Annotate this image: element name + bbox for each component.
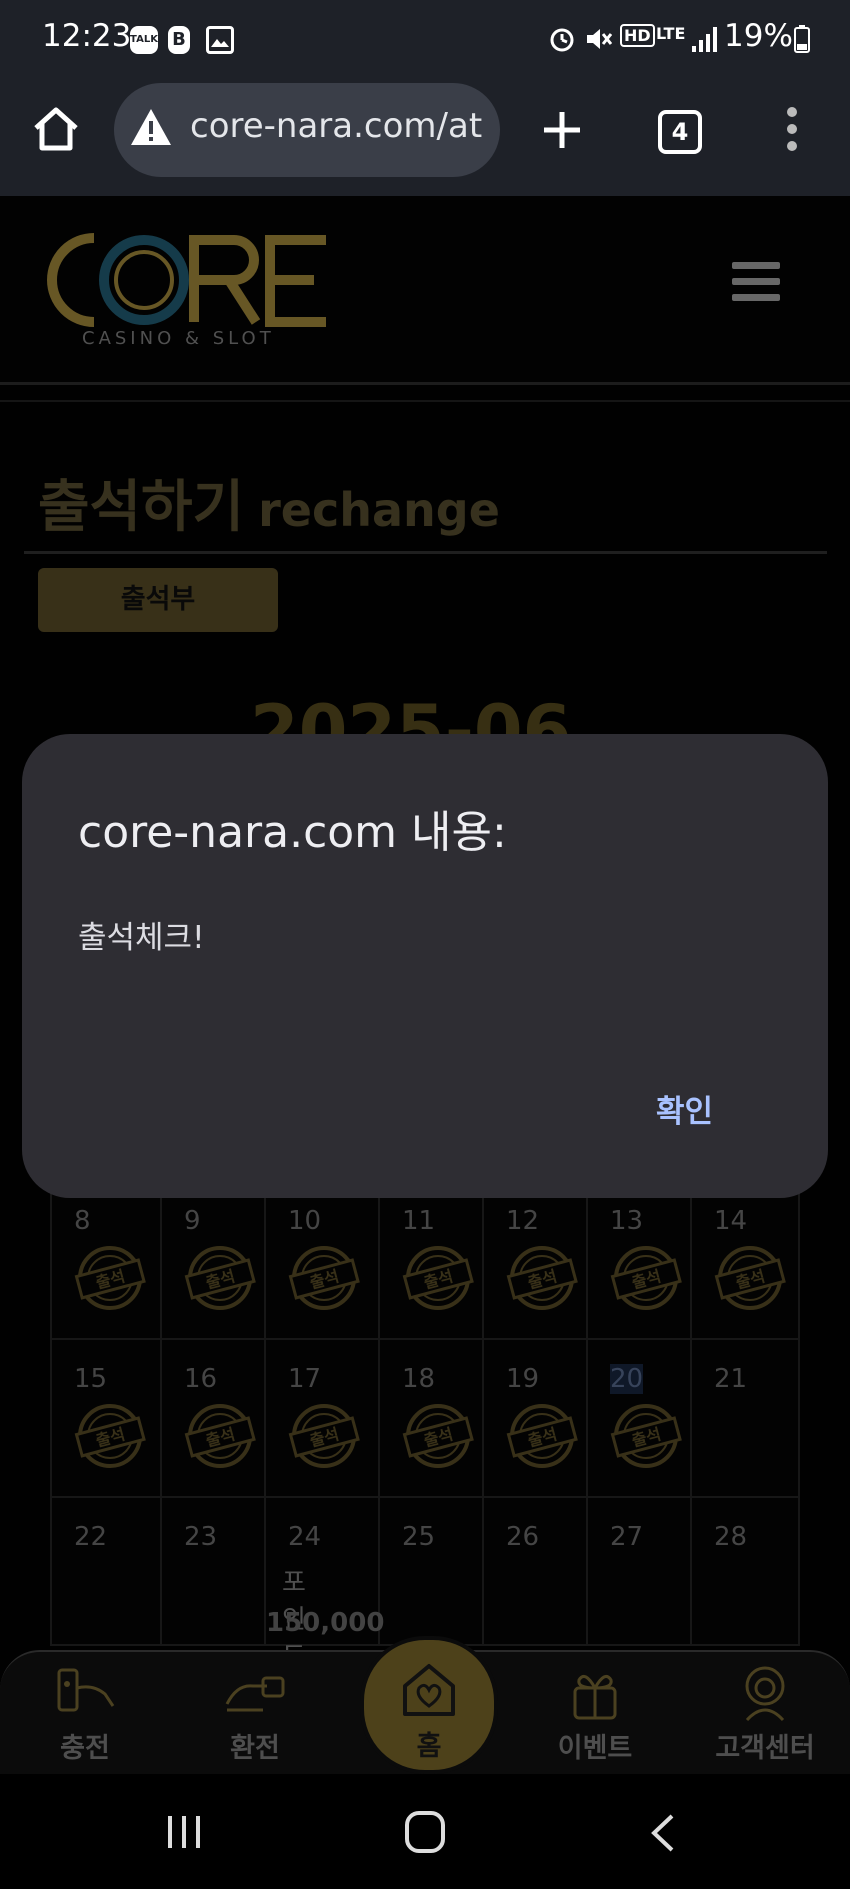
withdraw-icon xyxy=(225,1676,285,1712)
nav-item-withdraw[interactable]: 환전 xyxy=(190,1664,320,1765)
gallery-icon xyxy=(206,26,234,54)
status-time: 12:23 xyxy=(42,18,132,54)
mute-icon xyxy=(587,29,612,49)
nav-label-deposit: 충전 xyxy=(60,1733,110,1764)
url-text[interactable]: core-nara.com/at xyxy=(190,106,482,146)
nav-item-event[interactable]: 이벤트 xyxy=(530,1664,660,1765)
deposit-icon xyxy=(57,1668,115,1712)
nav-item-support[interactable]: 고객센터 xyxy=(700,1664,830,1765)
b-icon: B xyxy=(168,26,190,54)
home-nav-icon[interactable] xyxy=(404,1810,446,1854)
dialog-title: core-nara.com 내용: xyxy=(78,807,507,858)
recent-apps-icon[interactable] xyxy=(164,1812,204,1852)
support-icon xyxy=(745,1666,785,1722)
home-icon[interactable] xyxy=(32,106,80,152)
hd-voice-icon: HD xyxy=(620,24,655,47)
nav-label-event: 이벤트 xyxy=(557,1733,633,1764)
tab-switcher-button[interactable]: 4 xyxy=(658,110,702,154)
new-tab-icon[interactable] xyxy=(540,108,584,152)
battery-percent: 19% xyxy=(724,18,793,54)
system-navigation-bar xyxy=(0,1774,850,1889)
signal-icon xyxy=(692,27,717,52)
warning-icon[interactable] xyxy=(128,106,174,148)
home-heart-icon xyxy=(403,1664,455,1716)
alert-dialog: core-nara.com 내용: 출석체크! 확인 xyxy=(22,734,828,1198)
nav-label-support: 고객센터 xyxy=(715,1733,815,1764)
more-options-icon[interactable] xyxy=(782,106,802,152)
nav-label-withdraw: 환전 xyxy=(230,1733,280,1764)
nav-item-home[interactable]: 홈 xyxy=(360,1636,498,1774)
back-icon[interactable] xyxy=(648,1812,678,1854)
dialog-message: 출석체크! xyxy=(78,920,205,956)
nav-label-home: 홈 xyxy=(416,1731,442,1762)
nav-item-deposit[interactable]: 충전 xyxy=(20,1664,150,1765)
battery-icon xyxy=(794,25,810,53)
status-bar: 12:23 TALK B HD LTE 19% xyxy=(0,0,850,78)
dialog-ok-button[interactable]: 확인 xyxy=(656,1086,713,1131)
lte-icon: LTE xyxy=(656,24,686,43)
gift-icon xyxy=(573,1674,617,1720)
alarm-icon xyxy=(550,28,574,52)
talk-icon: TALK xyxy=(130,26,158,54)
